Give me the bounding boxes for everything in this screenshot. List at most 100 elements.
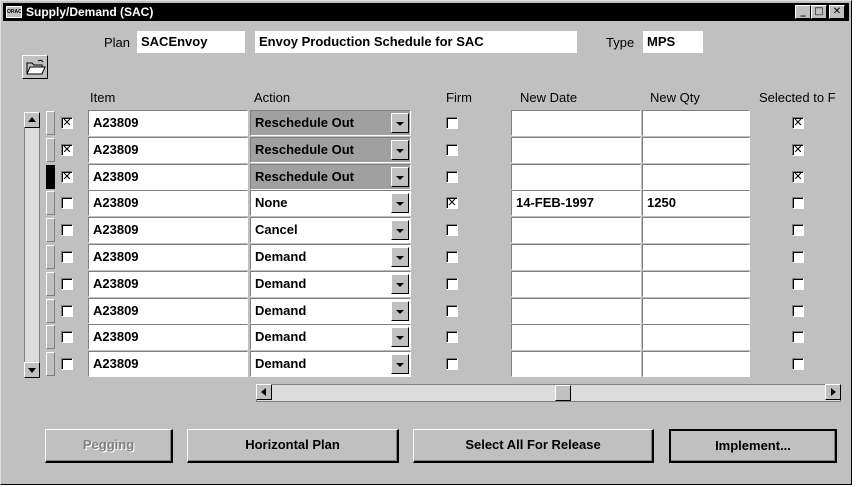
select-all-for-release-button[interactable]: Select All For Release: [413, 429, 654, 463]
row-select-checkbox[interactable]: [61, 251, 73, 263]
row-indicator[interactable]: [46, 352, 55, 376]
firm-checkbox[interactable]: [446, 171, 458, 183]
new-qty-field[interactable]: [642, 271, 750, 297]
row-indicator[interactable]: [46, 299, 55, 323]
row-indicator[interactable]: [46, 245, 55, 269]
action-dropdown-button[interactable]: [391, 354, 409, 374]
action-dropdown-button[interactable]: [391, 301, 409, 321]
action-field[interactable]: Reschedule Out: [250, 164, 411, 190]
new-qty-field[interactable]: [642, 298, 750, 324]
selected-to-release-checkbox[interactable]: [792, 251, 804, 263]
action-dropdown-button[interactable]: [391, 167, 409, 187]
new-date-field[interactable]: [511, 217, 641, 243]
row-select-checkbox[interactable]: [61, 224, 73, 236]
row-indicator[interactable]: [46, 272, 55, 296]
row-select-checkbox[interactable]: [61, 305, 73, 317]
new-qty-field[interactable]: 1250: [642, 190, 750, 216]
selected-to-release-checkbox[interactable]: [792, 224, 804, 236]
implement-button[interactable]: Implement...: [669, 429, 837, 463]
new-date-field[interactable]: [511, 351, 641, 377]
new-date-field[interactable]: [511, 110, 641, 136]
action-dropdown-button[interactable]: [391, 193, 409, 213]
item-field[interactable]: A23809: [88, 298, 248, 324]
row-select-checkbox[interactable]: [61, 197, 73, 209]
item-field[interactable]: A23809: [88, 137, 248, 163]
item-field[interactable]: A23809: [88, 190, 248, 216]
action-field[interactable]: Demand: [250, 298, 411, 324]
scroll-right-button[interactable]: [825, 384, 841, 400]
type-field[interactable]: MPS: [643, 31, 703, 53]
action-field[interactable]: Reschedule Out: [250, 137, 411, 163]
action-dropdown-button[interactable]: [391, 113, 409, 133]
new-qty-field[interactable]: [642, 110, 750, 136]
close-button[interactable]: ✕: [829, 5, 845, 19]
selected-to-release-checkbox[interactable]: [792, 278, 804, 290]
action-dropdown-button[interactable]: [391, 247, 409, 267]
row-select-checkbox[interactable]: ✕: [61, 171, 73, 183]
row-select-checkbox[interactable]: ✕: [61, 144, 73, 156]
firm-checkbox[interactable]: [446, 331, 458, 343]
action-dropdown-button[interactable]: [391, 220, 409, 240]
new-date-field[interactable]: [511, 137, 641, 163]
new-date-field[interactable]: [511, 271, 641, 297]
item-field[interactable]: A23809: [88, 110, 248, 136]
selected-to-release-checkbox[interactable]: ✕: [792, 117, 804, 129]
item-field[interactable]: A23809: [88, 217, 248, 243]
firm-checkbox[interactable]: [446, 224, 458, 236]
horizontal-scrollbar[interactable]: [256, 384, 841, 402]
open-folder-button[interactable]: [22, 55, 48, 79]
selected-to-release-checkbox[interactable]: [792, 331, 804, 343]
new-qty-field[interactable]: [642, 324, 750, 350]
firm-checkbox[interactable]: [446, 305, 458, 317]
horizontal-plan-button[interactable]: Horizontal Plan: [187, 429, 399, 463]
row-select-checkbox[interactable]: [61, 331, 73, 343]
item-field[interactable]: A23809: [88, 164, 248, 190]
row-indicator[interactable]: [46, 191, 55, 215]
vertical-scrollbar[interactable]: [24, 112, 40, 378]
selected-to-release-checkbox[interactable]: [792, 197, 804, 209]
scroll-down-button[interactable]: [24, 362, 40, 378]
new-qty-field[interactable]: [642, 137, 750, 163]
selected-to-release-checkbox[interactable]: ✕: [792, 171, 804, 183]
plan-field[interactable]: SACEnvoy: [137, 31, 245, 53]
action-field[interactable]: Cancel: [250, 217, 411, 243]
row-select-checkbox[interactable]: [61, 278, 73, 290]
firm-checkbox[interactable]: [446, 117, 458, 129]
new-qty-field[interactable]: [642, 164, 750, 190]
firm-checkbox[interactable]: [446, 251, 458, 263]
action-field[interactable]: Demand: [250, 324, 411, 350]
row-indicator[interactable]: [46, 218, 55, 242]
new-date-field[interactable]: [511, 298, 641, 324]
selected-to-release-checkbox[interactable]: [792, 305, 804, 317]
new-qty-field[interactable]: [642, 244, 750, 270]
pegging-button[interactable]: Pegging: [45, 429, 173, 463]
firm-checkbox[interactable]: [446, 278, 458, 290]
row-indicator[interactable]: [46, 138, 55, 162]
row-indicator[interactable]: [46, 325, 55, 349]
row-indicator[interactable]: [46, 111, 55, 135]
selected-to-release-checkbox[interactable]: ✕: [792, 144, 804, 156]
action-field[interactable]: Demand: [250, 271, 411, 297]
item-field[interactable]: A23809: [88, 271, 248, 297]
action-dropdown-button[interactable]: [391, 327, 409, 347]
scroll-up-button[interactable]: [24, 112, 40, 128]
new-qty-field[interactable]: [642, 351, 750, 377]
maximize-button[interactable]: □: [811, 5, 827, 19]
horizontal-scroll-thumb[interactable]: [555, 385, 571, 401]
action-field[interactable]: None: [250, 190, 411, 216]
minimize-button[interactable]: _: [795, 5, 811, 19]
action-dropdown-button[interactable]: [391, 140, 409, 160]
plan-description-field[interactable]: Envoy Production Schedule for SAC: [255, 31, 577, 53]
new-qty-field[interactable]: [642, 217, 750, 243]
firm-checkbox[interactable]: ✕: [446, 197, 458, 209]
new-date-field[interactable]: [511, 324, 641, 350]
scroll-left-button[interactable]: [256, 384, 272, 400]
row-indicator[interactable]: [46, 165, 55, 189]
action-field[interactable]: Demand: [250, 244, 411, 270]
new-date-field[interactable]: 14-FEB-1997: [511, 190, 641, 216]
item-field[interactable]: A23809: [88, 351, 248, 377]
new-date-field[interactable]: [511, 164, 641, 190]
row-select-checkbox[interactable]: [61, 358, 73, 370]
new-date-field[interactable]: [511, 244, 641, 270]
firm-checkbox[interactable]: [446, 358, 458, 370]
